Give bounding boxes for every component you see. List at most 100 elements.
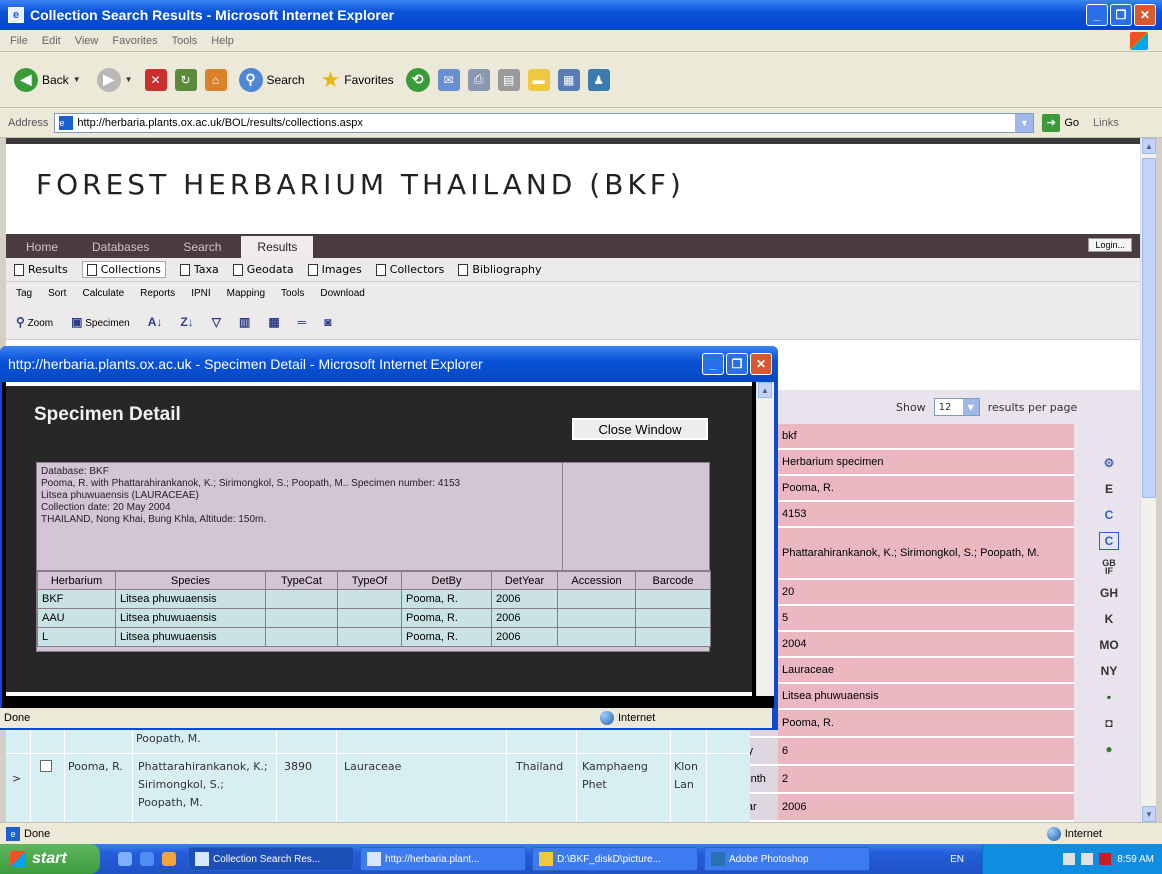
sort-descending-icon[interactable]: Z↓ (180, 315, 193, 329)
start-button[interactable]: start (0, 844, 100, 874)
kew-icon[interactable]: K (1099, 610, 1119, 628)
language-indicator[interactable]: EN (950, 854, 964, 865)
minimize-button[interactable]: _ (1086, 4, 1108, 26)
menu-view[interactable]: View (75, 35, 99, 47)
row-select-checkbox[interactable] (40, 760, 52, 772)
stop-icon[interactable]: ✕ (144, 68, 167, 91)
menu-ipni[interactable]: IPNI (191, 288, 210, 299)
task-collection-search[interactable]: Collection Search Res... (188, 847, 354, 871)
menu-tools[interactable]: Tools (172, 35, 198, 47)
menu-favorites[interactable]: Favorites (112, 35, 157, 47)
document-icon (307, 263, 318, 276)
volume-icon[interactable] (1081, 853, 1094, 865)
print-icon[interactable]: ⎙ (467, 68, 490, 91)
menu-download[interactable]: Download (320, 288, 364, 299)
sort-ascending-icon[interactable]: A↓ (148, 315, 163, 329)
subtab-collectors[interactable]: Collectors (375, 263, 444, 276)
refresh-icon[interactable]: ↻ (174, 68, 197, 91)
menu-calculate[interactable]: Calculate (82, 288, 124, 299)
back-button[interactable]: ◀ Back ▼ (10, 65, 85, 95)
google-icon[interactable]: C (1099, 506, 1119, 524)
menu-tag[interactable]: Tag (16, 288, 32, 299)
address-input[interactable]: e http://herbaria.plants.ox.ac.uk/BOL/re… (54, 112, 1035, 133)
zone-label: Internet (1064, 827, 1102, 840)
mail-icon[interactable]: ✉ (437, 68, 460, 91)
scroll-up-icon[interactable]: ▲ (758, 382, 772, 398)
popup-scrollbar[interactable]: ▲ (756, 382, 774, 696)
mo-icon[interactable]: MO (1099, 636, 1119, 654)
gbif-icon[interactable]: GB IF (1099, 558, 1119, 576)
subtab-bibliography[interactable]: Bibliography (458, 263, 542, 276)
maximize-button[interactable]: ❐ (1110, 4, 1132, 26)
media-icon[interactable] (162, 852, 176, 866)
antivirus-icon[interactable] (1099, 853, 1112, 865)
edit-icon[interactable]: ▤ (497, 68, 520, 91)
menu-file[interactable]: File (10, 35, 28, 47)
popup-security-zone: Internet (600, 711, 655, 725)
home-icon[interactable]: ⌂ (204, 68, 227, 91)
subtab-images[interactable]: Images (307, 263, 362, 276)
expand-row-button[interactable]: > (12, 770, 21, 788)
address-dropdown-icon[interactable]: ▼ (1015, 113, 1034, 132)
menu-mapping[interactable]: Mapping (227, 288, 265, 299)
forward-button[interactable]: ▶ ▼ (93, 65, 137, 95)
camera-icon[interactable]: ◙ (324, 315, 331, 329)
specimen-button[interactable]: ▣ Specimen (71, 315, 130, 329)
favorites-button[interactable]: ★ Favorites (317, 65, 398, 95)
folder-icon[interactable]: ▬ (527, 68, 550, 91)
ie-quicklaunch-icon[interactable] (140, 852, 154, 866)
e-herbarium-icon[interactable]: E (1099, 480, 1119, 498)
page-scrollbar[interactable]: ▲ ▼ (1140, 138, 1156, 822)
menu-help[interactable]: Help (211, 35, 234, 47)
filter-icon[interactable]: ▽ (212, 315, 221, 329)
subtab-collections[interactable]: Collections (81, 261, 166, 278)
zoom-button[interactable]: ⚲ Zoom (16, 315, 53, 329)
nav-search[interactable]: Search (183, 240, 221, 258)
forward-dropdown-icon[interactable]: ▼ (125, 75, 133, 84)
close-button[interactable]: ✕ (1134, 4, 1156, 26)
history-icon[interactable]: ⟲ (405, 67, 430, 92)
scroll-down-icon[interactable]: ▼ (1142, 806, 1156, 822)
column-header: Accession (557, 571, 636, 590)
document-link-icon[interactable]: ◘ (1099, 714, 1119, 732)
go-button[interactable]: ➔ Go (1042, 113, 1079, 132)
ny-icon[interactable]: NY (1099, 662, 1119, 680)
results-per-page-select[interactable]: 12 ▼ (933, 398, 980, 416)
globe-icon[interactable]: ● (1099, 740, 1119, 758)
research-icon[interactable]: ▦ (557, 68, 580, 91)
scroll-up-icon[interactable]: ▲ (1142, 138, 1156, 154)
back-dropdown-icon[interactable]: ▼ (73, 75, 81, 84)
network-icon[interactable] (1063, 853, 1076, 865)
table-icon[interactable]: ▦ (268, 315, 279, 329)
menu-sort[interactable]: Sort (48, 288, 66, 299)
google-scholar-icon[interactable]: C (1099, 532, 1119, 550)
gbif-network-icon[interactable]: ⚙ (1099, 454, 1119, 472)
equals-icon[interactable]: ═ (298, 315, 307, 329)
messenger-icon[interactable]: ♟ (587, 68, 610, 91)
desktop-icon[interactable] (118, 852, 132, 866)
subtab-geodata[interactable]: Geodata (232, 263, 294, 276)
nav-results[interactable]: Results (241, 236, 314, 258)
detail-row: 4153 (778, 502, 1074, 528)
search-button[interactable]: ⚲ Search (235, 65, 309, 95)
map-icon[interactable]: ▪ (1099, 688, 1119, 706)
nav-databases[interactable]: Databases (92, 240, 149, 258)
subtab-taxa[interactable]: Taxa (179, 263, 219, 276)
popup-close-button[interactable]: ✕ (750, 353, 772, 375)
nav-home[interactable]: Home (26, 240, 58, 258)
task-specimen-detail[interactable]: http://herbaria.plant... (360, 847, 526, 871)
subtab-results[interactable]: Results (14, 263, 68, 276)
gh-icon[interactable]: GH (1099, 584, 1119, 602)
menu-reports[interactable]: Reports (140, 288, 175, 299)
columns-icon[interactable]: ▥ (239, 315, 250, 329)
scrollbar-thumb[interactable] (1142, 158, 1156, 498)
login-button[interactable]: Login... (1088, 238, 1132, 252)
links-button[interactable]: Links (1093, 117, 1119, 129)
close-window-button[interactable]: Close Window (572, 418, 708, 440)
menu-tools[interactable]: Tools (281, 288, 304, 299)
popup-minimize-button[interactable]: _ (702, 353, 724, 375)
task-photoshop[interactable]: Adobe Photoshop (704, 847, 870, 871)
popup-maximize-button[interactable]: ❐ (726, 353, 748, 375)
menu-edit[interactable]: Edit (42, 35, 61, 47)
task-folder[interactable]: D:\BKF_diskD\picture... (532, 847, 698, 871)
